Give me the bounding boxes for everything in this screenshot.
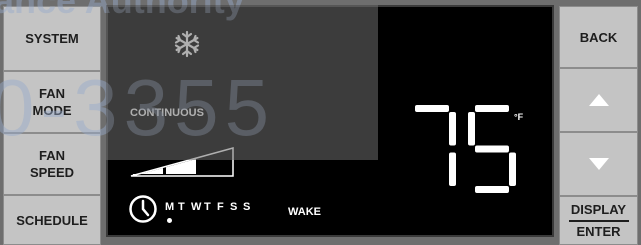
down-button[interactable] <box>559 132 638 196</box>
display-enter-button[interactable]: DISPLAY ENTER <box>559 196 638 245</box>
up-button[interactable] <box>559 68 638 132</box>
weekday-4: F <box>217 201 224 213</box>
up-arrow-icon <box>588 94 609 106</box>
period-label: WAKE <box>288 206 321 218</box>
schedule-button-label: SCHEDULE <box>16 212 88 228</box>
fan-mode-button[interactable]: FAN MODE <box>3 71 101 133</box>
fan-speed-bar-2 <box>166 159 196 174</box>
display-button-label: DISPLAY <box>570 201 627 217</box>
schedule-button[interactable]: SCHEDULE <box>3 195 101 245</box>
active-day-dot <box>167 218 172 223</box>
segment-c <box>509 152 516 186</box>
segment-d <box>475 186 509 193</box>
weekday-5: S <box>230 201 238 213</box>
segment-c <box>449 152 456 186</box>
weekday-2: W <box>191 201 202 213</box>
temperature-readout <box>415 105 516 193</box>
fan-speed-button-label: FAN SPEED <box>29 148 75 180</box>
segment-a <box>475 105 509 112</box>
button-divider <box>568 219 629 222</box>
fan-speed-indicator <box>130 147 234 177</box>
temperature-digit-1 <box>468 105 516 193</box>
segment-b <box>449 112 456 146</box>
fan-mode-button-label: FAN MODE <box>32 86 72 118</box>
segment-a <box>415 105 449 112</box>
system-button[interactable]: SYSTEM <box>3 6 101 71</box>
weekday-1: T <box>178 201 185 213</box>
down-arrow-icon <box>588 158 609 170</box>
fan-speed-button[interactable]: FAN SPEED <box>3 133 101 195</box>
back-button-label: BACK <box>579 29 618 45</box>
segment-f <box>468 112 475 146</box>
snowflake-icon <box>174 30 200 58</box>
segment-g <box>475 145 509 153</box>
fan-mode-text: CONTINUOUS <box>130 107 204 119</box>
right-button-column: BACK DISPLAY ENTER <box>556 0 641 245</box>
weekday-row: MTWTFSS <box>165 201 256 223</box>
temperature-digit-0 <box>415 105 456 186</box>
weekday-6: S <box>243 201 251 213</box>
system-button-label: SYSTEM <box>25 31 79 46</box>
weekday-0: M <box>165 201 178 223</box>
enter-button-label: ENTER <box>576 223 621 239</box>
weekday-3: T <box>204 201 211 213</box>
back-button[interactable]: BACK <box>559 6 638 68</box>
thermostat-display: CONTINUOUS MTWTFSS WAKE °F <box>106 5 554 237</box>
temperature-unit: °F <box>514 112 524 122</box>
left-button-column: SYSTEM FAN MODE FAN SPEED SCHEDULE <box>0 0 104 245</box>
clock-icon <box>129 195 157 223</box>
